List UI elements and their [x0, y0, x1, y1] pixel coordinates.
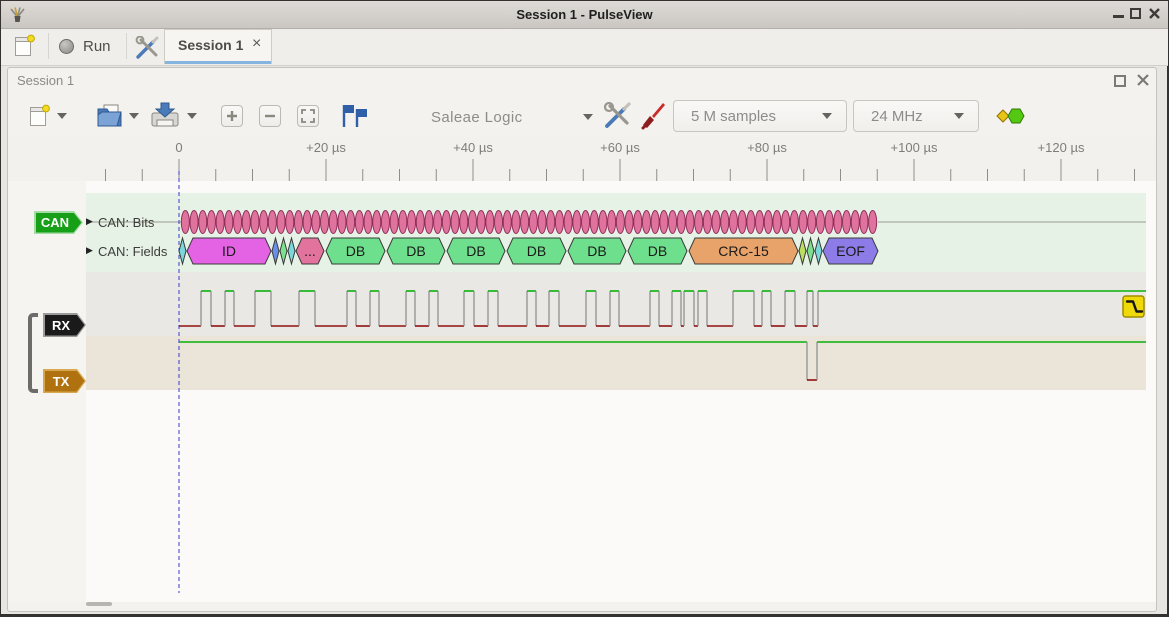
- sample-count-select[interactable]: 5 M samples: [673, 100, 847, 132]
- device-name: Saleae Logic: [431, 109, 523, 126]
- minus-icon: [263, 109, 277, 123]
- toolbar-separator: [48, 33, 49, 59]
- open-file-dropdown-icon[interactable]: [129, 113, 139, 119]
- decoder-row-label-bits: CAN: Bits: [98, 215, 154, 230]
- new-file-icon[interactable]: [29, 104, 51, 128]
- sample-count-value: 5 M samples: [691, 108, 776, 125]
- ruler-tick-label: 0: [175, 140, 182, 155]
- tab-close-icon[interactable]: ×: [252, 35, 261, 53]
- trace-view[interactable]: [8, 137, 1156, 602]
- new-session-icon[interactable]: [14, 34, 36, 58]
- tab-active-indicator: [165, 61, 271, 64]
- save-file-dropdown-icon[interactable]: [187, 113, 197, 119]
- decoder-tag-can[interactable]: CAN: [34, 211, 83, 234]
- ruler-tick-label: +120 µs: [1038, 140, 1085, 155]
- channel-tag-tx[interactable]: TX: [43, 369, 86, 393]
- channels-probe-icon[interactable]: [640, 102, 666, 130]
- open-file-icon[interactable]: [96, 103, 124, 129]
- session-subwindow-title: Session 1: [17, 73, 74, 88]
- run-button[interactable]: Run: [53, 32, 117, 61]
- plus-icon: [225, 109, 239, 123]
- chevron-down-icon: [583, 114, 593, 120]
- show-cursors-flags-icon[interactable]: [341, 104, 367, 129]
- maximize-icon[interactable]: [1130, 8, 1141, 19]
- ruler-tick-label: +40 µs: [453, 140, 493, 155]
- run-label: Run: [83, 38, 111, 55]
- save-file-icon[interactable]: [150, 102, 180, 129]
- chevron-down-icon: [822, 113, 832, 119]
- channel-tag-tx-label: TX: [45, 371, 85, 392]
- zoom-out-button[interactable]: [259, 105, 281, 127]
- ruler-tick-label: +60 µs: [600, 140, 640, 155]
- channel-group-bracket[interactable]: [28, 313, 38, 393]
- fit-view-icon: [300, 108, 316, 124]
- add-decoder-icon[interactable]: [996, 106, 1026, 126]
- trigger-falling-edge-badge[interactable]: [1123, 296, 1144, 317]
- sample-rate-select[interactable]: 24 MHz: [853, 100, 979, 132]
- expand-arrow-icon[interactable]: ▶: [86, 245, 93, 256]
- ruler-labels: 0 +20 µs +40 µs +60 µs +80 µs +100 µs +120 µs: [1, 137, 1169, 157]
- channel-tag-rx[interactable]: RX: [43, 313, 86, 337]
- expand-arrow-icon[interactable]: ▶: [86, 216, 93, 227]
- ruler-tick-label: +20 µs: [306, 140, 346, 155]
- tab-label: Session 1: [178, 37, 243, 53]
- sample-rate-value: 24 MHz: [871, 108, 923, 125]
- horizontal-scrollbar-handle[interactable]: [86, 602, 112, 606]
- decoder-tag-label: CAN: [36, 213, 82, 233]
- device-selector[interactable]: Saleae Logic: [431, 103, 593, 131]
- ruler-tick-label: +100 µs: [891, 140, 938, 155]
- new-file-dropdown-icon[interactable]: [57, 113, 67, 119]
- minimize-icon[interactable]: [1113, 15, 1124, 18]
- channel-tag-rx-label: RX: [45, 315, 85, 336]
- ruler-tick-label: +80 µs: [747, 140, 787, 155]
- zoom-in-button[interactable]: [221, 105, 243, 127]
- subwindow-maximize-icon[interactable]: [1114, 75, 1126, 87]
- settings-tools-icon[interactable]: [134, 36, 160, 60]
- toolbar-separator: [126, 33, 127, 59]
- close-icon[interactable]: [1148, 7, 1161, 20]
- configure-device-icon[interactable]: [602, 102, 632, 130]
- zoom-fit-button[interactable]: [297, 105, 319, 127]
- decoder-row-label-fields: CAN: Fields: [98, 244, 167, 259]
- subwindow-close-icon[interactable]: [1135, 72, 1151, 88]
- chevron-down-icon: [954, 113, 964, 119]
- run-state-icon: [59, 39, 74, 54]
- window-title: Session 1 - PulseView: [1, 1, 1168, 28]
